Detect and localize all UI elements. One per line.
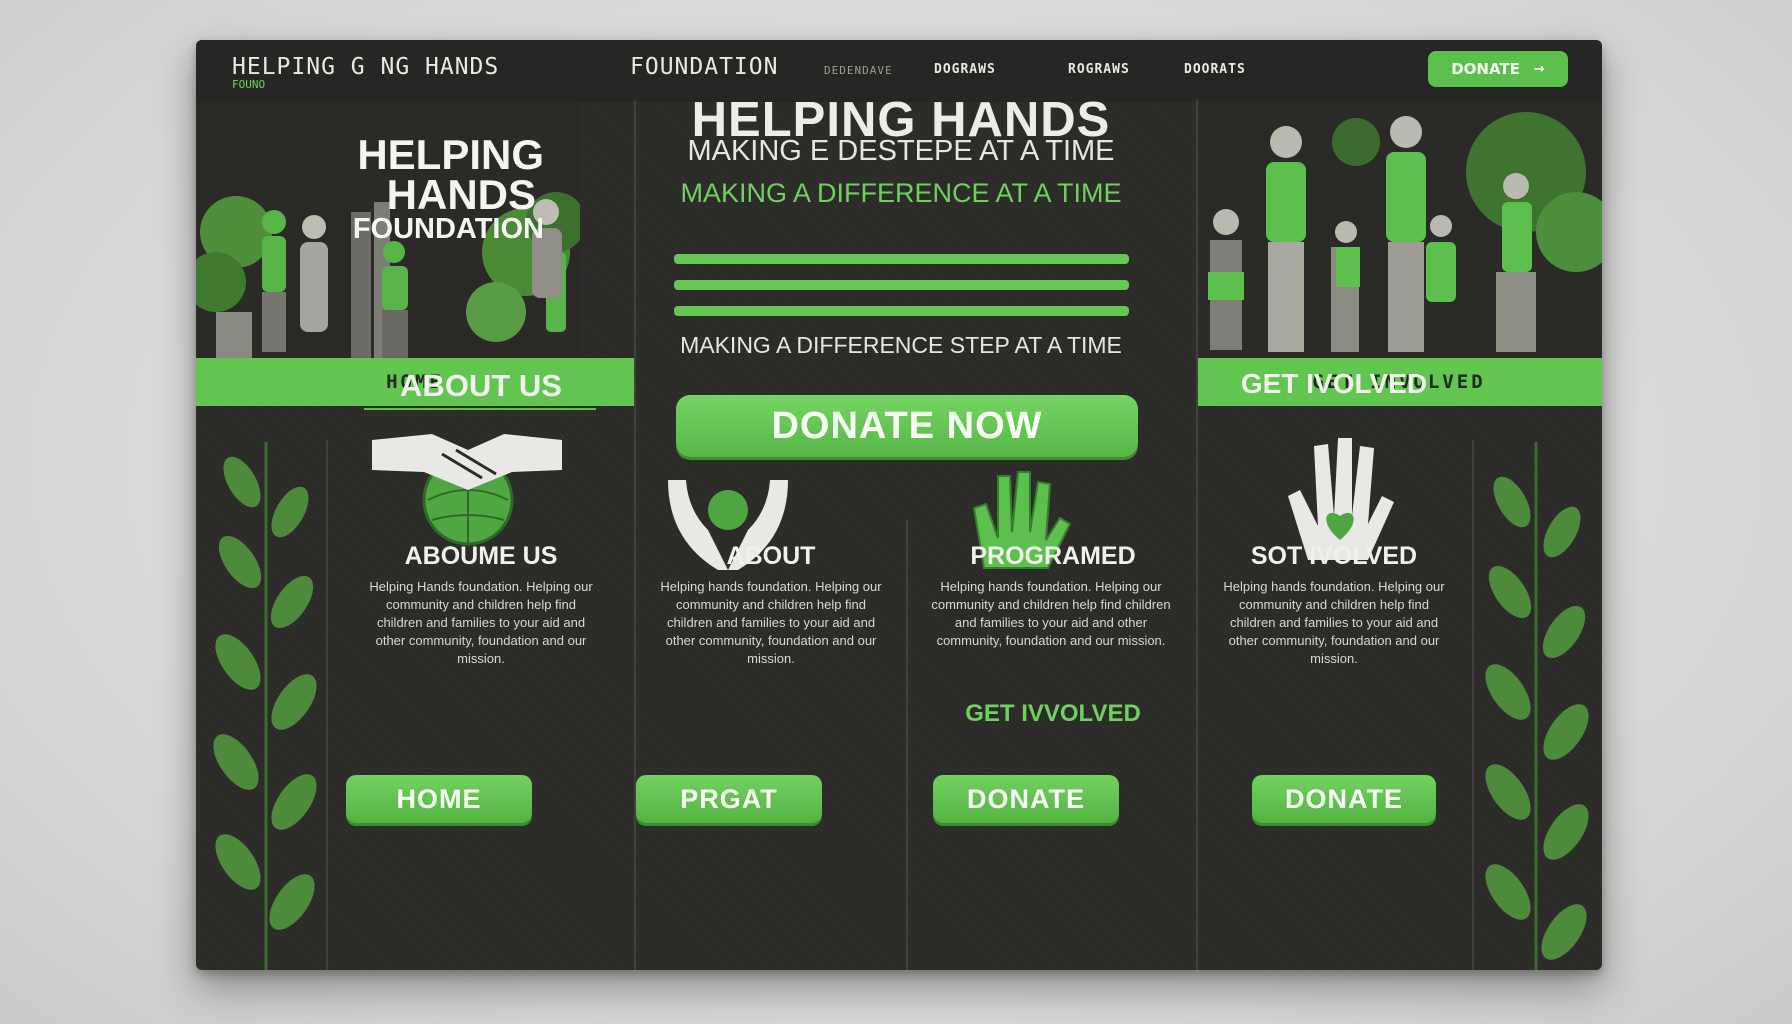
leaves-icon: [1485, 442, 1589, 970]
programs-body: Helping hands foundation. Helping our co…: [931, 579, 1171, 648]
brand-subtitle: FOUNO: [232, 78, 266, 91]
decorative-divider: [674, 306, 1129, 316]
left-hero-image: HELPING HANDS FOUNDATION: [196, 102, 580, 394]
about-heading: ABOUT: [726, 542, 816, 570]
heading-underline: [1222, 402, 1450, 404]
about-us-body: Helping Hands foundation. Helping our co…: [369, 579, 593, 666]
get-involved-subheading[interactable]: GET IVVOLVED: [908, 700, 1198, 728]
column-divider: [1196, 100, 1198, 970]
get-involved-top-heading: GET IVOLVED: [1240, 368, 1428, 399]
hero-title-line1: HELPING: [357, 131, 544, 178]
heading-underline: [364, 408, 596, 410]
donate-button[interactable]: DONATE: [933, 775, 1119, 823]
donate-header-label: DONATE: [1451, 60, 1520, 78]
center-hero-subtitle: MAKING E DESTEPE AT A TIME: [687, 135, 1115, 167]
home-button[interactable]: HOME: [346, 775, 532, 823]
leaves-icon: [213, 442, 317, 970]
nav-item-programs-2[interactable]: ROGRAWS: [1068, 62, 1130, 77]
column-divider: [326, 440, 328, 970]
leaf-decoration-right: [1472, 442, 1602, 970]
nav-item-programs[interactable]: DOGRAWS: [934, 62, 996, 77]
donate-header-button[interactable]: DONATE →: [1428, 51, 1568, 87]
leaf-decoration-left: [196, 442, 326, 970]
programs-heading: PROGRAMED: [970, 542, 1136, 570]
brand-foundation-label: FOUNDATION: [630, 54, 779, 80]
about-body: Helping hands foundation. Helping our co…: [660, 579, 882, 666]
column-divider: [906, 520, 908, 970]
column-divider: [634, 100, 636, 970]
about-us-top-heading: ABOUT US: [400, 368, 562, 403]
decorative-divider: [674, 280, 1129, 290]
center-hero-tagline: MAKING A DIFFERENCE AT A TIME: [680, 178, 1122, 208]
donate-button-2[interactable]: DONATE: [1252, 775, 1436, 823]
donate-now-button[interactable]: DONATE NOW: [676, 395, 1138, 457]
hero-title-line3: FOUNDATION: [352, 213, 544, 245]
hero-title-line2: HANDS: [386, 171, 536, 218]
get-involved-heading: SOT IVOLVED: [1250, 542, 1418, 570]
nav-item-donate-link[interactable]: DOORATS: [1184, 62, 1246, 77]
get-involved-body: Helping hands foundation. Helping our co…: [1223, 579, 1445, 666]
brand-logo[interactable]: HELPING G NG HANDS: [232, 54, 499, 80]
people-illustration-right: [1196, 102, 1602, 358]
right-hero-image: [1196, 102, 1602, 394]
arrow-right-icon: →: [1533, 61, 1545, 77]
center-hero-motto: MAKING A DIFFERENCE STEP AT A TIME: [680, 332, 1122, 358]
decorative-divider: [674, 254, 1129, 264]
handshake-globe-icon: [372, 434, 562, 546]
nav-item-placeholder[interactable]: DEDENDAVE: [824, 64, 893, 77]
program-button[interactable]: PRGAT: [636, 775, 822, 823]
page-card: HELPING G NG HANDS FOUNO FOUNDATION DEDE…: [196, 40, 1602, 970]
about-us-heading: ABOUME US: [404, 542, 558, 570]
